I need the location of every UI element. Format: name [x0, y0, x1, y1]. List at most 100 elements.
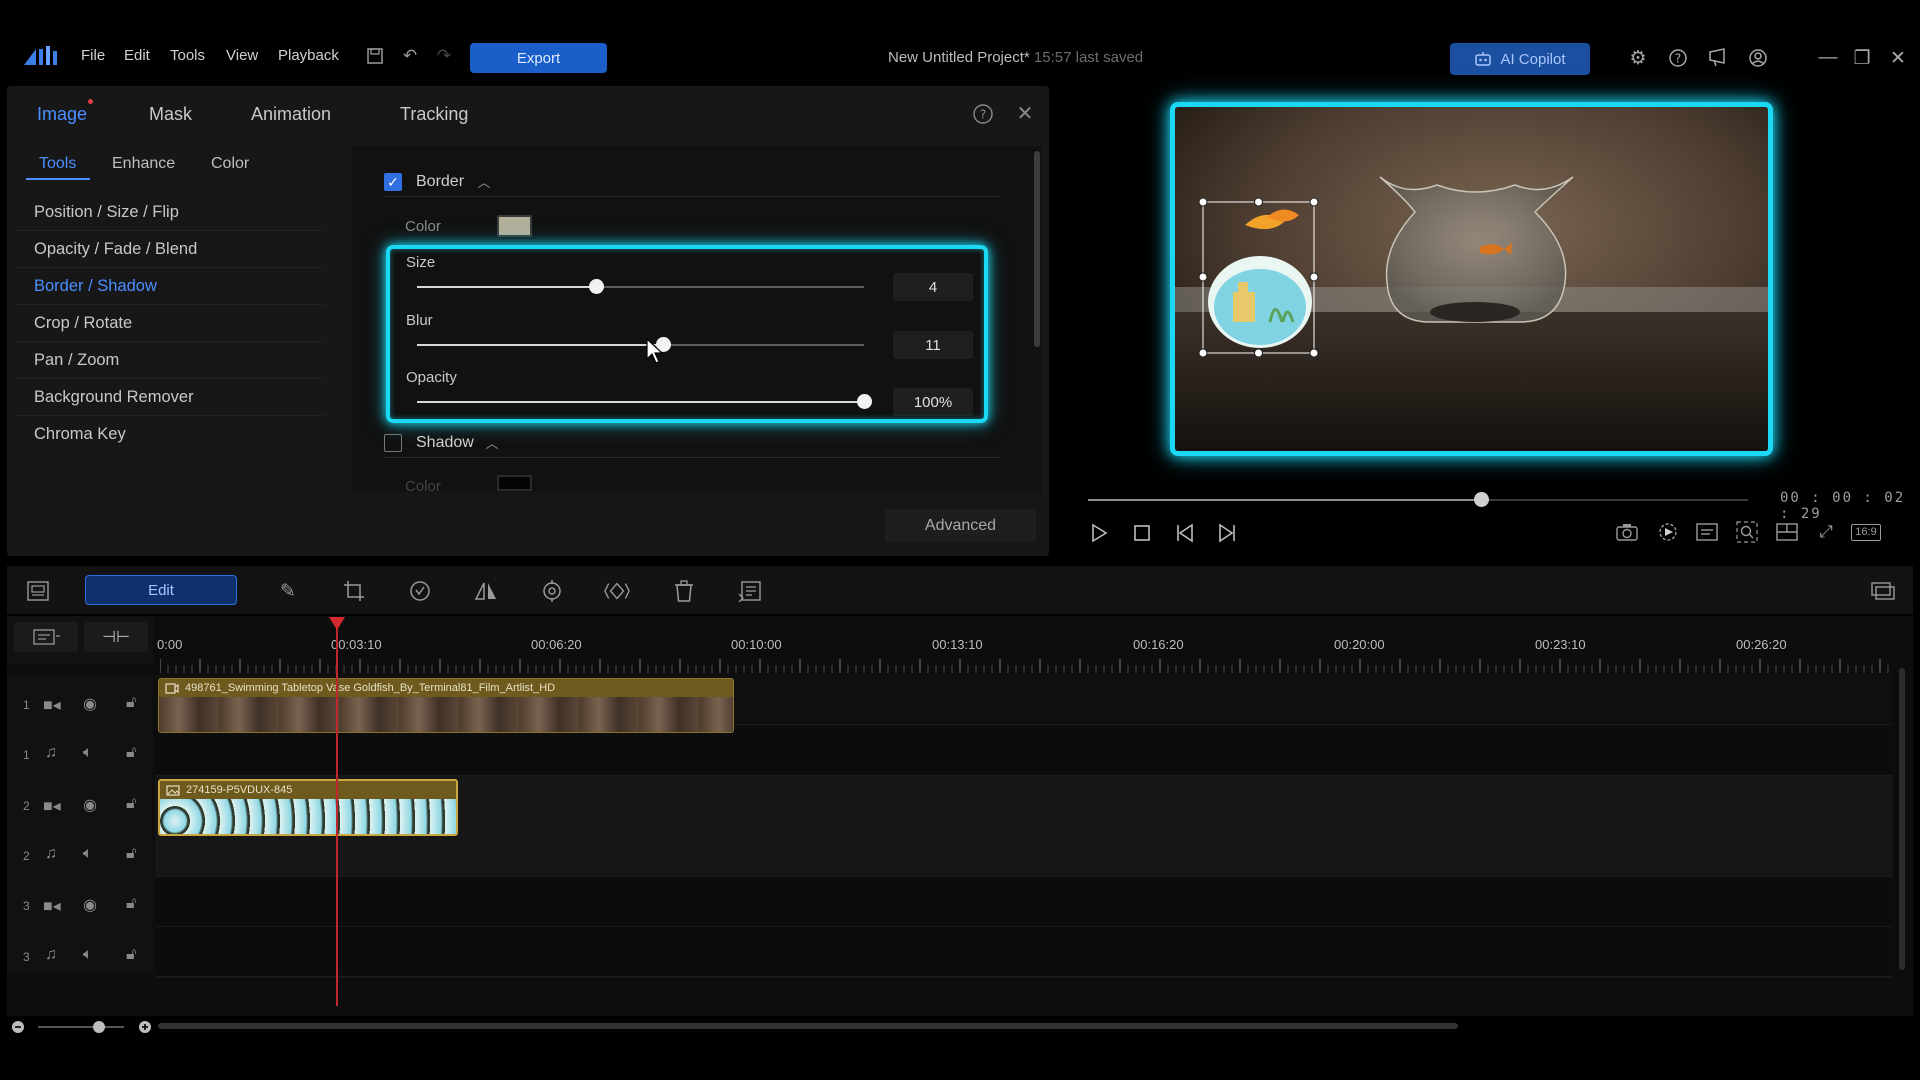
next-frame-icon[interactable]: [1213, 520, 1239, 546]
lock-icon[interactable]: 🔓︎: [126, 946, 136, 964]
close-window-icon[interactable]: ✕: [1886, 46, 1910, 70]
lock-icon[interactable]: 🔓︎: [126, 744, 136, 762]
advanced-button[interactable]: Advanced: [885, 509, 1036, 542]
track-number: 3: [23, 950, 30, 964]
ai-copilot-button[interactable]: AI Copilot: [1450, 43, 1590, 75]
more-tools-icon[interactable]: [737, 578, 763, 604]
menu-edit[interactable]: Edit: [124, 47, 150, 64]
menu-tools[interactable]: Tools: [170, 47, 205, 64]
video-preview[interactable]: [1170, 102, 1773, 456]
panel-close-icon[interactable]: ✕: [1014, 102, 1036, 125]
playhead-line[interactable]: [336, 622, 338, 1006]
shadow-checkbox[interactable]: [384, 434, 402, 452]
restore-icon[interactable]: ❐: [1850, 46, 1874, 70]
speaker-icon[interactable]: 🔈︎: [83, 744, 93, 762]
play-icon[interactable]: [1086, 520, 1112, 546]
add-track-icon[interactable]: [14, 622, 78, 652]
speed-icon[interactable]: [407, 578, 433, 604]
border-color-swatch[interactable]: [497, 215, 532, 237]
track-lane-video-3[interactable]: [155, 876, 1893, 925]
timeline-horizontal-scrollbar[interactable]: [158, 1023, 1458, 1029]
crop-icon[interactable]: [341, 578, 367, 604]
account-icon[interactable]: [1746, 46, 1770, 70]
speaker-icon[interactable]: 🔈︎: [83, 845, 93, 863]
tab-tracking[interactable]: Tracking: [400, 104, 468, 125]
tab-animation[interactable]: Animation: [251, 104, 331, 125]
aspect-ratio-button[interactable]: 16:9: [1849, 520, 1883, 544]
edit-button[interactable]: Edit: [85, 575, 237, 605]
save-icon[interactable]: [364, 45, 386, 67]
ruler-label: 00:23:10: [1535, 637, 1586, 652]
motion-tracking-icon[interactable]: [539, 578, 565, 604]
playhead-handle[interactable]: [329, 617, 345, 630]
layout-icon[interactable]: [1774, 520, 1800, 544]
tool-opacity-fade-blend[interactable]: Opacity / Fade / Blend: [14, 231, 324, 268]
track-header-audio-2: 2 ♫ 🔈︎ 🔓︎: [7, 832, 153, 882]
shadow-color-swatch[interactable]: [497, 475, 532, 491]
chevron-up-icon[interactable]: ︿: [476, 172, 492, 190]
panel-help-icon[interactable]: ?: [972, 103, 994, 125]
media-library-icon[interactable]: [25, 578, 51, 604]
fit-timeline-icon[interactable]: ⊣⊢: [84, 622, 148, 652]
eye-visibility-icon[interactable]: ◉: [83, 895, 97, 915]
image-clip[interactable]: 274159-P5VDUX-845: [158, 779, 458, 836]
eye-visibility-icon[interactable]: ◉: [83, 795, 97, 815]
tab-mask[interactable]: Mask: [149, 104, 192, 125]
help-icon[interactable]: ?: [1666, 46, 1690, 70]
keyframe-icon[interactable]: [604, 578, 630, 604]
zoom-out-icon[interactable]: [11, 1020, 25, 1034]
tool-chroma-key[interactable]: Chroma Key: [14, 416, 324, 453]
record-icon[interactable]: [1655, 520, 1681, 544]
feedback-icon[interactable]: [1706, 46, 1730, 70]
preview-scene: [1175, 107, 1768, 451]
tab-image[interactable]: Image: [37, 104, 87, 125]
shadow-chevron-up-icon[interactable]: ︿: [484, 433, 500, 451]
tool-position-size-flip[interactable]: Position / Size / Flip: [14, 194, 324, 231]
speaker-icon[interactable]: 🔈︎: [83, 946, 93, 964]
pen-tool-icon[interactable]: ✎: [275, 578, 301, 604]
snapshot-camera-icon[interactable]: [1614, 520, 1640, 544]
tool-pan-zoom[interactable]: Pan / Zoom: [14, 342, 324, 379]
undo-icon[interactable]: ↶: [399, 45, 421, 67]
tool-background-remover[interactable]: Background Remover: [14, 379, 324, 416]
track-lane-audio-3[interactable]: [155, 926, 1893, 975]
eye-visibility-icon[interactable]: ◉: [83, 694, 97, 714]
clip-title: 274159-P5VDUX-845: [186, 784, 293, 796]
subtab-tools[interactable]: Tools: [39, 155, 76, 173]
subtab-enhance[interactable]: Enhance: [112, 155, 175, 173]
previous-frame-icon[interactable]: [1173, 520, 1199, 546]
minimize-icon[interactable]: —: [1816, 46, 1840, 70]
flip-icon[interactable]: [473, 578, 499, 604]
menu-playback[interactable]: Playback: [278, 47, 339, 64]
fullscreen-icon[interactable]: ⤢: [1813, 520, 1839, 544]
lock-icon[interactable]: 🔓︎: [126, 694, 136, 712]
video-clip[interactable]: 498761_Swimming Tabletop Vase Goldfish_B…: [158, 678, 734, 733]
last-saved-text: 15:57 last saved: [1033, 49, 1144, 66]
preview-scrubber-knob[interactable]: [1474, 492, 1489, 507]
export-button[interactable]: Export: [470, 43, 607, 73]
tool-crop-rotate[interactable]: Crop / Rotate: [14, 305, 324, 342]
lock-icon[interactable]: 🔓︎: [126, 895, 136, 913]
tool-border-shadow[interactable]: Border / Shadow: [14, 268, 324, 305]
stop-icon[interactable]: [1129, 520, 1155, 546]
menu-file[interactable]: File: [81, 47, 105, 64]
timeline-settings-icon[interactable]: [1870, 578, 1896, 604]
menu-view[interactable]: View: [226, 47, 258, 64]
subtitle-icon[interactable]: [1694, 520, 1720, 544]
time-ruler[interactable]: [155, 616, 1893, 664]
border-checkbox[interactable]: ✓: [384, 173, 402, 191]
lock-icon[interactable]: 🔓︎: [126, 795, 136, 813]
music-note-icon: ♫: [45, 744, 57, 761]
delete-trash-icon[interactable]: [671, 578, 697, 604]
panel-scrollbar[interactable]: [1034, 151, 1040, 347]
zoom-in-icon[interactable]: [138, 1020, 152, 1034]
settings-gear-icon[interactable]: ⚙: [1626, 46, 1650, 70]
timeline-zoom-slider[interactable]: [38, 1026, 124, 1028]
ruler-label: 00:20:00: [1334, 637, 1385, 652]
lock-icon[interactable]: 🔓︎: [126, 845, 136, 863]
redo-icon[interactable]: ↷: [433, 45, 455, 67]
timeline-vertical-scrollbar[interactable]: [1899, 668, 1905, 970]
zoom-preview-icon[interactable]: [1734, 520, 1760, 544]
subtab-color[interactable]: Color: [211, 155, 249, 173]
timeline-zoom-knob[interactable]: [93, 1021, 105, 1033]
